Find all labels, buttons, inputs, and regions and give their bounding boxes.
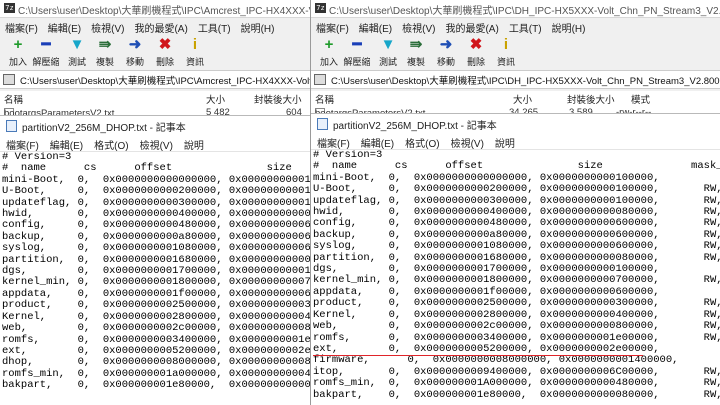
notepad-icon bbox=[6, 120, 17, 132]
delete-x-icon: ✖ bbox=[469, 36, 483, 53]
test-button[interactable]: ▼ 測試 bbox=[62, 35, 92, 69]
move-arrow-icon: ➜ bbox=[128, 36, 142, 53]
7zip-app-icon: 7z bbox=[315, 3, 326, 13]
copy-arrows-icon: ⇛ bbox=[409, 36, 423, 53]
right-notepad-title: partitionV2_256M_DHOP.txt - 記事本 bbox=[333, 121, 497, 132]
add-button[interactable]: + 加入 bbox=[3, 35, 33, 69]
move-button[interactable]: ➜ 移動 bbox=[120, 35, 150, 69]
info-icon: i bbox=[192, 36, 198, 53]
right-notepad-menubar: 檔案(F) 編輯(E) 格式(O) 檢視(V) 說明 bbox=[311, 133, 720, 150]
info-button[interactable]: i 資訊 bbox=[491, 35, 521, 69]
right-partition-text: # Version=3 # name cs offset size mask_f… bbox=[313, 150, 720, 401]
minus-icon: ━ bbox=[352, 36, 362, 53]
column-packed-size[interactable]: 封裝後大小 bbox=[254, 92, 302, 106]
move-button[interactable]: ➜ 移動 bbox=[431, 35, 461, 69]
move-arrow-icon: ➜ bbox=[439, 36, 453, 53]
menu-favorites[interactable]: 我的最愛(A) bbox=[129, 18, 192, 35]
left-window-title: C:\Users\user\Desktop\大華刷機程式\IPC\Amcrest… bbox=[18, 6, 320, 17]
np-menu-format[interactable]: 格式(O) bbox=[399, 133, 444, 150]
right-address-bar[interactable]: C:\Users\user\Desktop\大華刷機程式\IPC\DH_IPC-… bbox=[311, 70, 720, 89]
info-button[interactable]: i 資訊 bbox=[180, 35, 210, 69]
menu-file[interactable]: 檔案(F) bbox=[311, 18, 354, 35]
menu-favorites[interactable]: 我的最愛(A) bbox=[440, 18, 503, 35]
np-menu-format[interactable]: 格式(O) bbox=[88, 135, 133, 152]
menu-file[interactable]: 檔案(F) bbox=[0, 18, 43, 35]
column-size[interactable]: 大小 bbox=[513, 92, 532, 106]
np-menu-view[interactable]: 檢視(V) bbox=[445, 133, 489, 150]
folder-up-icon[interactable] bbox=[3, 74, 15, 85]
right-window-titlebar[interactable]: 7z C:\Users\user\Desktop\大華刷機程式\IPC\DH_I… bbox=[311, 0, 720, 18]
check-icon: ▼ bbox=[69, 36, 85, 53]
left-window-titlebar[interactable]: 7z C:\Users\user\Desktop\大華刷機程式\IPC\Amcr… bbox=[0, 0, 320, 18]
menu-edit[interactable]: 編輯(E) bbox=[354, 18, 397, 35]
left-address-path: C:\Users\user\Desktop\大華刷機程式\IPC\Amcrest… bbox=[20, 76, 318, 87]
column-size[interactable]: 大小 bbox=[206, 92, 225, 106]
delete-button[interactable]: ✖ 刪除 bbox=[461, 35, 491, 69]
right-notepad-titlebar[interactable]: partitionV2_256M_DHOP.txt - 記事本 bbox=[311, 114, 720, 132]
7zip-app-icon: 7z bbox=[4, 3, 15, 13]
np-menu-help[interactable]: 說明 bbox=[489, 133, 520, 150]
check-icon: ▼ bbox=[380, 36, 396, 53]
firmware-highlight-underline bbox=[313, 355, 643, 356]
menu-help[interactable]: 說明(H) bbox=[547, 18, 591, 35]
copy-button[interactable]: ⇛ 複製 bbox=[401, 35, 431, 69]
menu-view[interactable]: 檢視(V) bbox=[86, 18, 129, 35]
column-name[interactable]: 名稱 bbox=[315, 92, 334, 106]
plus-icon: + bbox=[13, 36, 23, 53]
np-menu-edit[interactable]: 編輯(E) bbox=[355, 133, 399, 150]
menu-edit[interactable]: 編輯(E) bbox=[43, 18, 86, 35]
menu-tools[interactable]: 工具(T) bbox=[193, 18, 236, 35]
right-notepad-window: partitionV2_256M_DHOP.txt - 記事本 檔案(F) 編輯(… bbox=[311, 113, 720, 405]
column-mode[interactable]: 模式 bbox=[631, 92, 650, 106]
right-archive-window: 7z C:\Users\user\Desktop\大華刷機程式\IPC\DH_I… bbox=[310, 0, 720, 405]
column-name[interactable]: 名稱 bbox=[4, 92, 23, 106]
right-address-path: C:\Users\user\Desktop\大華刷機程式\IPC\DH_IPC-… bbox=[331, 76, 720, 87]
delete-x-icon: ✖ bbox=[158, 36, 172, 53]
left-notepad-text-area[interactable]: # Version=3 # name cs offset size mas mi… bbox=[0, 152, 320, 405]
menu-view[interactable]: 檢視(V) bbox=[397, 18, 440, 35]
np-menu-view[interactable]: 檢視(V) bbox=[134, 135, 178, 152]
info-icon: i bbox=[503, 36, 509, 53]
left-notepad-menubar: 檔案(F) 編輯(E) 格式(O) 檢視(V) 說明 bbox=[0, 135, 320, 152]
extract-button[interactable]: ━ 解壓縮 bbox=[31, 35, 61, 69]
copy-button[interactable]: ⇛ 複製 bbox=[90, 35, 120, 69]
add-button[interactable]: + 加入 bbox=[314, 35, 344, 69]
np-menu-help[interactable]: 說明 bbox=[178, 135, 209, 152]
minus-icon: ━ bbox=[41, 36, 51, 53]
folder-up-icon[interactable] bbox=[314, 74, 326, 85]
menu-help[interactable]: 說明(H) bbox=[236, 18, 280, 35]
copy-arrows-icon: ⇛ bbox=[98, 36, 112, 53]
np-menu-edit[interactable]: 編輯(E) bbox=[44, 135, 88, 152]
column-packed-size[interactable]: 封裝後大小 bbox=[567, 92, 615, 106]
notepad-icon bbox=[317, 118, 328, 130]
left-notepad-titlebar[interactable]: partitionV2_256M_DHOP.txt - 記事本 bbox=[0, 116, 320, 134]
left-toolbar: + 加入 ━ 解壓縮 ▼ 測試 ⇛ 複製 ➜ 移動 ✖ 刪除 i 資訊 bbox=[0, 35, 320, 69]
delete-button[interactable]: ✖ 刪除 bbox=[150, 35, 180, 69]
menu-tools[interactable]: 工具(T) bbox=[504, 18, 547, 35]
right-toolbar: + 加入 ━ 解壓縮 ▼ 測試 ⇛ 複製 ➜ 移動 ✖ 刪除 i 資訊 bbox=[311, 35, 720, 69]
left-notepad-title: partitionV2_256M_DHOP.txt - 記事本 bbox=[22, 123, 186, 134]
left-file-list-header: 名稱 大小 封裝後大小 bbox=[0, 91, 320, 106]
left-partition-text: # Version=3 # name cs offset size mas mi… bbox=[2, 152, 320, 392]
test-button[interactable]: ▼ 測試 bbox=[373, 35, 403, 69]
extract-button[interactable]: ━ 解壓縮 bbox=[342, 35, 372, 69]
left-notepad-window: partitionV2_256M_DHOP.txt - 記事本 檔案(F) 編輯(… bbox=[0, 115, 320, 405]
right-file-list-header: 名稱 大小 封裝後大小 模式 bbox=[311, 91, 720, 106]
right-notepad-text-area[interactable]: # Version=3 # name cs offset size mask_f… bbox=[311, 150, 720, 405]
left-archive-window: 7z C:\Users\user\Desktop\大華刷機程式\IPC\Amcr… bbox=[0, 0, 320, 405]
left-menubar: 檔案(F) 編輯(E) 檢視(V) 我的最愛(A) 工具(T) 說明(H) bbox=[0, 18, 320, 35]
np-menu-file[interactable]: 檔案(F) bbox=[0, 135, 44, 152]
right-window-title: C:\Users\user\Desktop\大華刷機程式\IPC\DH_IPC-… bbox=[329, 6, 720, 17]
plus-icon: + bbox=[324, 36, 334, 53]
left-address-bar[interactable]: C:\Users\user\Desktop\大華刷機程式\IPC\Amcrest… bbox=[0, 70, 320, 89]
np-menu-file[interactable]: 檔案(F) bbox=[311, 133, 355, 150]
right-menubar: 檔案(F) 編輯(E) 檢視(V) 我的最愛(A) 工具(T) 說明(H) bbox=[311, 18, 720, 35]
